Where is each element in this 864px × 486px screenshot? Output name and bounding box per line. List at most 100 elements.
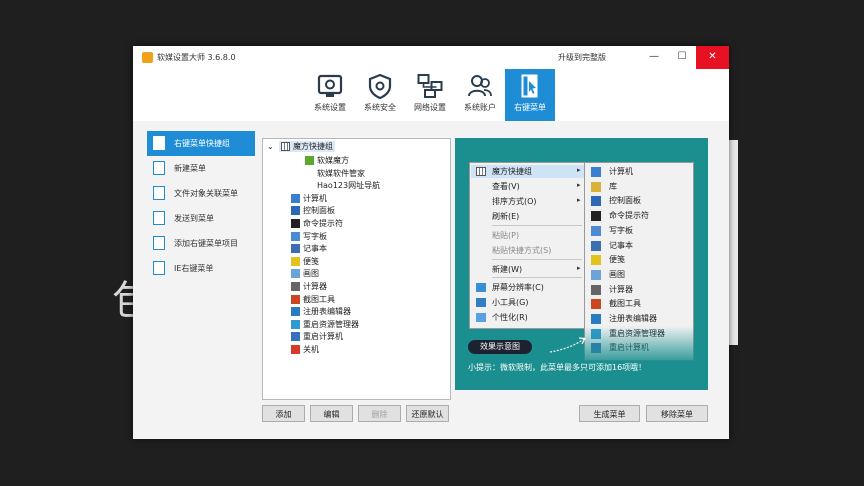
tree-node[interactable]: 注册表编辑器 (291, 306, 351, 317)
submenu-item-icon (591, 269, 601, 280)
background-strip (729, 140, 738, 345)
tree-node[interactable]: 计算机 (291, 193, 327, 204)
tree-node-label: 便笺 (303, 256, 319, 266)
tree-node[interactable]: 画图 (291, 268, 319, 279)
tree-node-icon (291, 345, 300, 354)
submenu-item: 注册表编辑器 (609, 314, 657, 323)
tree-node[interactable]: 重启资源管理器 (291, 319, 359, 330)
tree-node[interactable]: 命令提示符 (291, 218, 343, 229)
tab-network-settings[interactable]: 网络设置 (405, 69, 455, 121)
submenu-arrow-icon: ▸ (577, 264, 581, 272)
grid-icon (476, 167, 486, 176)
tip-text: 小提示：微软限制，此菜单最多只可添加16项哦！ (468, 363, 647, 372)
tab-system-accounts[interactable]: 系统账户 (455, 69, 505, 121)
context-menu-item: 魔方快捷组 (492, 167, 532, 176)
menu-separator (492, 225, 582, 226)
submenu-item-icon (591, 225, 601, 236)
context-menu-item: 小工具(G) (492, 298, 529, 307)
submenu-item-icon (591, 211, 601, 222)
menu-group-icon (153, 136, 165, 150)
submenu-item-icon (591, 240, 601, 251)
tree-node-label: 重启计算机 (303, 332, 343, 342)
remove-menu-button[interactable]: 移除菜单 (646, 405, 708, 422)
sidebar: 右键菜单快捷组 新建菜单 文件对象关联菜单 发送到菜单 添加右键菜单项目 IE右… (147, 131, 255, 281)
submenu-item-icon (591, 314, 601, 324)
menu-tree[interactable]: ⌄ 魔方快捷组 软媒魔方软媒软件管家 Hao123网址导航计算机 控制面板命令提示符… (262, 138, 451, 400)
sidebar-item-new-menu[interactable]: 新建菜单 (147, 156, 255, 181)
effect-preview-label: 效果示意图 (468, 340, 532, 354)
tree-node-icon (305, 156, 314, 165)
tab-system-security[interactable]: 系统安全 (355, 69, 405, 121)
restore-default-button[interactable]: 还原默认 (406, 405, 449, 422)
submenu-item: 便笺 (609, 255, 625, 265)
tree-root-label: 魔方快捷组 (293, 142, 333, 151)
grid-icon (281, 142, 290, 151)
close-button[interactable]: ✕ (696, 46, 729, 69)
send-to-icon (153, 211, 165, 225)
sidebar-item-send-to[interactable]: 发送到菜单 (147, 206, 255, 231)
shield-icon (368, 73, 392, 99)
submenu-arrow-icon: ▸ (577, 196, 581, 204)
tree-node[interactable]: 计算器 (291, 281, 327, 292)
submenu-item-icon (591, 196, 601, 207)
context-menu-item: 个性化(R) (492, 313, 528, 322)
tree-node[interactable]: 关机 (291, 344, 319, 355)
tree-node-label: 软媒魔方 (317, 156, 349, 165)
tree-node-label: 截图工具 (303, 294, 335, 304)
submenu-item: 计算器 (609, 284, 633, 294)
tree-node[interactable]: 记事本 (291, 243, 327, 254)
sidebar-item-quick-group[interactable]: 右键菜单快捷组 (147, 131, 255, 156)
submenu-item: 控制面板 (609, 196, 641, 206)
tree-node[interactable]: 写字板 (291, 231, 327, 242)
title-bar: 软媒设置大师 3.6.8.0 升级到完整版 — ☐ ✕ (133, 46, 729, 69)
submenu-arrow-icon: ▸ (577, 166, 581, 174)
upgrade-link[interactable]: 升级到完整版 (558, 52, 606, 63)
tab-label: 右键菜单 (514, 103, 546, 112)
tree-node[interactable]: 截图工具 (291, 294, 335, 305)
tree-root[interactable]: 魔方快捷组 (279, 141, 335, 152)
add-button[interactable]: 添加 (262, 405, 305, 422)
sidebar-item-label: 发送到菜单 (174, 214, 214, 223)
sidebar-item-label: IE右键菜单 (174, 264, 214, 273)
tree-node-label: 记事本 (303, 244, 327, 254)
menu-separator (492, 277, 582, 278)
submenu-item: 记事本 (609, 240, 633, 250)
arrow-icon (549, 337, 586, 353)
tree-node-label: 关机 (303, 345, 319, 354)
tab-label: 系统安全 (364, 103, 396, 112)
tree-node-label: 重启资源管理器 (303, 319, 359, 329)
app-logo-icon (142, 52, 153, 63)
tree-node[interactable]: 软媒软件管家 (305, 168, 365, 179)
tree-node-label: Hao123网址导航 (317, 181, 381, 191)
tree-node[interactable]: 控制面板 (291, 205, 335, 216)
tab-label: 网络设置 (414, 103, 446, 112)
sidebar-item-label: 右键菜单快捷组 (174, 139, 230, 148)
sidebar-item-file-association[interactable]: 文件对象关联菜单 (147, 181, 255, 206)
tab-system-settings[interactable]: 系统设置 (305, 69, 355, 121)
edit-button[interactable]: 编辑 (310, 405, 353, 422)
tree-node[interactable]: 软媒魔方 (305, 155, 349, 166)
submenu-item-icon (591, 284, 601, 295)
tree-expander-icon[interactable]: ⌄ (267, 142, 274, 151)
submenu-fade (584, 326, 708, 366)
generate-menu-button[interactable]: 生成菜单 (579, 405, 640, 422)
minimize-button[interactable]: — (640, 46, 668, 69)
tree-node[interactable]: 重启计算机 (291, 331, 343, 342)
tree-node[interactable]: Hao123网址导航 (305, 180, 380, 191)
delete-button[interactable]: 删除 (358, 405, 401, 422)
tree-node[interactable]: 便笺 (291, 256, 319, 267)
sidebar-item-add-context-item[interactable]: 添加右键菜单项目 (147, 231, 255, 256)
tree-node-icon (291, 193, 300, 203)
context-menu-item: 排序方式(O) (492, 197, 537, 206)
gadgets-icon (476, 298, 486, 307)
maximize-button[interactable]: ☐ (668, 46, 696, 69)
tab-context-menu[interactable]: 右键菜单 (505, 69, 555, 121)
tree-node-icon (291, 282, 300, 291)
sidebar-item-label: 文件对象关联菜单 (174, 189, 238, 198)
sidebar-item-ie-menu[interactable]: IE右键菜单 (147, 256, 255, 281)
context-menu-preview: 魔方快捷组 ▸ 查看(V) ▸ 排序方式(O) ▸ 刷新(E) 粘贴(P) 粘贴快捷方式(S) 新… (469, 162, 588, 329)
context-menu-item: 查看(V) (492, 182, 520, 191)
submenu-arrow-icon: ▸ (577, 181, 581, 189)
submenu-item-icon (591, 167, 601, 177)
submenu-item: 命令提示符 (609, 211, 649, 221)
